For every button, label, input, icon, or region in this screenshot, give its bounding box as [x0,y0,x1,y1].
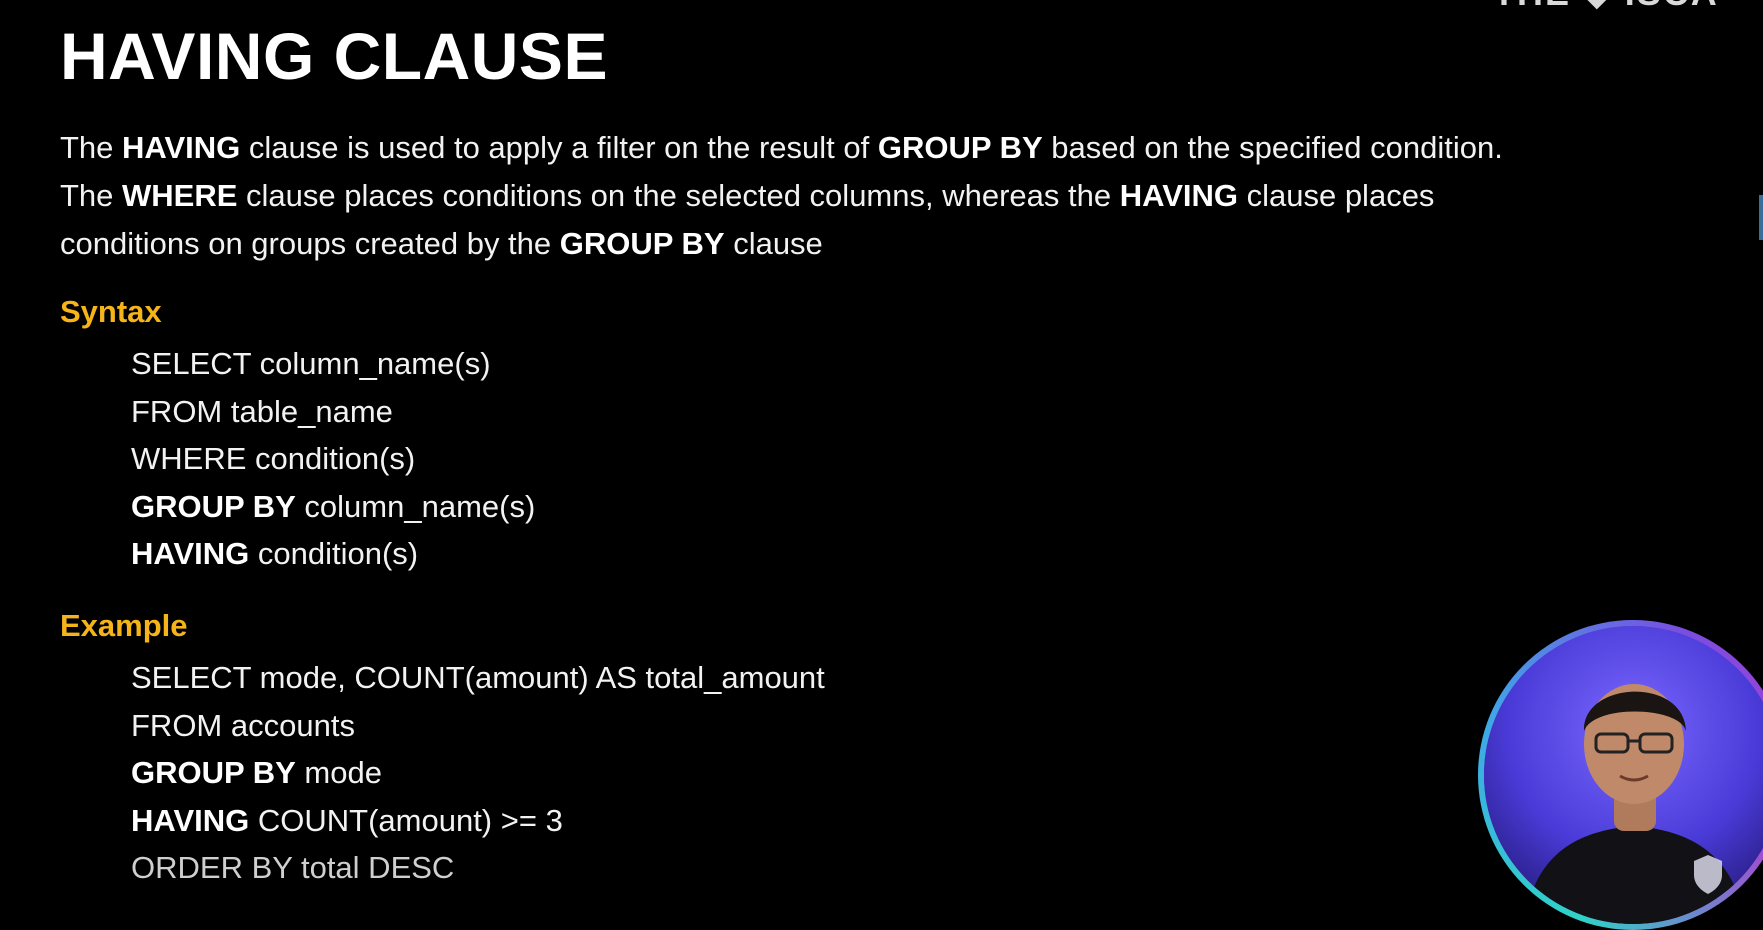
intro-text: clause is used to apply a filter on the … [240,130,878,165]
syntax-heading: Syntax [60,294,162,329]
sql-text: ORDER BY total DESC [131,850,455,885]
sql-keyword: HAVING [131,802,250,838]
brand-logo-text: THE ◆ ISCA [1493,0,1719,14]
example-code-block: SELECT mode, COUNT(amount) AS total_amou… [131,654,825,892]
sql-keyword: GROUP BY [131,488,296,524]
edge-marker [1759,195,1763,240]
syntax-code-block: SELECT column_name(s) FROM table_name WH… [131,340,535,578]
presenter-webcam [1478,620,1763,930]
brand-logo: THE ◆ ISCA [1493,0,1763,16]
sql-text: SELECT column_name(s) [131,346,491,381]
sql-keyword: GROUP BY [131,755,296,790]
example-line: FROM accounts [131,702,825,750]
syntax-line: SELECT column_name(s) [131,340,535,388]
intro-line-2: The WHERE clause places conditions on th… [60,172,1750,220]
intro-text: based on the specified condition. [1042,130,1503,165]
sql-text: condition(s) [249,536,419,571]
syntax-line: FROM table_name [131,388,535,436]
example-line: GROUP BY mode [131,749,825,797]
sql-text: COUNT(amount) >= 3 [249,802,563,838]
intro-keyword: GROUP BY [877,130,1043,165]
syntax-line: GROUP BY column_name(s) [131,483,535,531]
sql-text: mode [295,755,382,790]
intro-text: conditions on groups created by the [60,226,560,261]
intro-text: clause places conditions on the selected… [237,178,1120,213]
syntax-line: WHERE condition(s) [131,435,535,483]
presenter-avatar [1484,626,1763,924]
syntax-line: HAVING condition(s) [131,530,535,578]
slide-title: HAVING CLAUSE [60,19,608,93]
example-line: HAVING COUNT(amount) >= 3 [131,797,825,845]
intro-text: clause [724,226,823,261]
intro-text: clause places [1237,178,1435,213]
intro-keyword: HAVING [1119,178,1238,213]
sql-keyword: HAVING [131,536,250,571]
intro-line-3: conditions on groups created by the GROU… [60,220,1750,268]
sql-text: FROM table_name [131,393,393,429]
sql-text: FROM accounts [131,707,355,743]
intro-text: The [60,178,123,213]
intro-keyword: WHERE [122,178,238,213]
intro-keyword: GROUP BY [559,226,725,261]
sql-text: column_name(s) [295,488,536,524]
slide: THE ◆ ISCA HAVING CLAUSE The HAVING clau… [0,0,1763,930]
sql-text: WHERE condition(s) [131,441,416,476]
intro-keyword: HAVING [122,130,241,165]
presenter-silhouette-icon [1484,626,1763,924]
intro-paragraph: The HAVING clause is used to apply a fil… [60,124,1750,268]
sql-text: SELECT mode, COUNT(amount) AS total_amou… [131,660,825,695]
intro-text: The [60,130,123,165]
example-heading: Example [60,608,188,643]
example-line: SELECT mode, COUNT(amount) AS total_amou… [131,654,825,702]
intro-line-1: The HAVING clause is used to apply a fil… [60,124,1750,172]
example-line: ORDER BY total DESC [131,844,825,892]
